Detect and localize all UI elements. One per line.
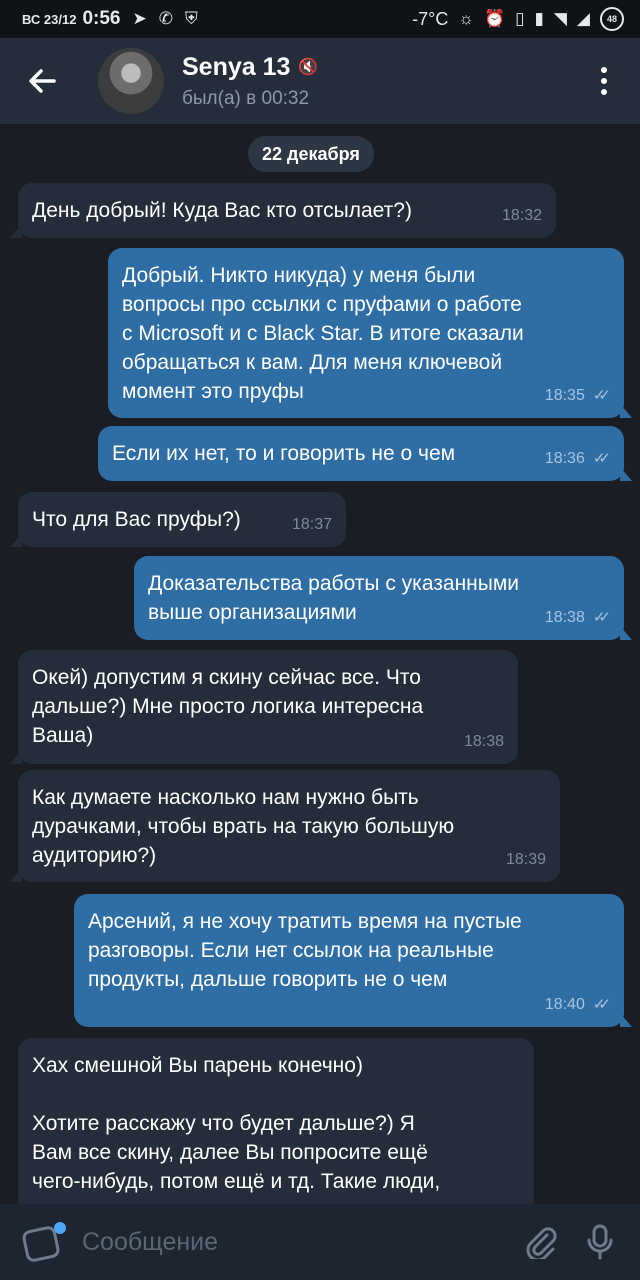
sun-icon: ☼ xyxy=(458,9,474,28)
message-text: Доказательства работы с указанными выше … xyxy=(148,572,520,624)
message-text: Как думаете насколько нам нужно быть дур… xyxy=(32,786,455,867)
message-text: Окей) допустим я скину сейчас все. Что д… xyxy=(32,666,424,747)
message-incoming[interactable]: Как думаете насколько нам нужно быть дур… xyxy=(18,770,560,882)
menu-dot-icon xyxy=(601,89,607,95)
whatsapp-icon: ✆ xyxy=(158,9,173,28)
message-outgoing[interactable]: Арсений, я не хочу тратить время на пуст… xyxy=(74,894,624,1027)
message-incoming[interactable]: Окей) допустим я скину сейчас все. Что д… xyxy=(18,650,518,764)
alarm-icon: ⏰ xyxy=(483,9,506,28)
vibrate-icon: ▮ xyxy=(534,9,544,28)
message-composer: Сообщение xyxy=(0,1204,640,1280)
message-outgoing[interactable]: Добрый. Никто никуда) у меня были вопрос… xyxy=(108,248,624,418)
message-time: 18:38 xyxy=(463,733,504,750)
telegram-icon: ➤ xyxy=(132,9,147,28)
status-time: 0:56 xyxy=(82,8,121,29)
chat-title[interactable]: Senya 13 🔇 был(а) в 00:32 xyxy=(182,53,318,110)
signal-icon: ◢ xyxy=(576,9,590,28)
avatar[interactable] xyxy=(98,48,164,114)
message-text: Что для Вас пруфы?) xyxy=(32,508,241,531)
back-button[interactable] xyxy=(0,38,84,124)
menu-dot-icon xyxy=(601,78,607,84)
double-check-icon: ✓✓ xyxy=(592,387,611,404)
double-check-icon: ✓✓ xyxy=(592,450,611,467)
phone-icon: ▯ xyxy=(515,9,525,28)
attach-button[interactable] xyxy=(510,1212,570,1272)
last-seen: был(а) в 00:32 xyxy=(182,87,310,109)
wifi-icon: ◥ xyxy=(553,9,567,28)
message-list[interactable]: 22 декабря День добрый! Куда Вас кто отс… xyxy=(0,124,640,1204)
date-chip: 22 декабря xyxy=(248,136,374,172)
menu-dot-icon xyxy=(601,67,607,73)
message-time: 18:40 xyxy=(544,996,585,1013)
battery-icon: 48 xyxy=(600,7,624,31)
status-date: ВС 23/12 xyxy=(22,11,77,27)
message-text: Хах смешной Вы парень конечно) Хотите ра… xyxy=(32,1054,441,1193)
mute-icon: 🔇 xyxy=(298,59,319,76)
message-incoming[interactable]: День добрый! Куда Вас кто отсылает?) 18:… xyxy=(18,183,556,238)
message-text: Добрый. Никто никуда) у меня были вопрос… xyxy=(122,264,524,403)
message-outgoing[interactable]: Доказательства работы с указанными выше … xyxy=(134,556,624,640)
message-text: Арсений, я не хочу тратить время на пуст… xyxy=(88,910,522,991)
message-text: Если их нет, то и говорить не о чем xyxy=(112,442,456,465)
message-time: 18:39 xyxy=(505,851,546,868)
message-outgoing[interactable]: Если их нет, то и говорить не о чем 18:3… xyxy=(98,426,624,481)
microphone-icon xyxy=(587,1224,613,1260)
message-time: 18:32 xyxy=(501,207,542,224)
status-bar: ВС 23/12 0:56 ➤ ✆ ⛨ -7°C ☼ ⏰ ▯ ▮ ◥ ◢ 48 xyxy=(0,0,640,38)
shield-icon: ⛨ xyxy=(184,9,198,28)
more-menu-button[interactable] xyxy=(568,38,640,124)
sticker-button[interactable] xyxy=(21,1222,66,1264)
message-time: 18:35 xyxy=(544,387,585,404)
message-incoming[interactable]: Что для Вас пруфы?) 18:37 xyxy=(18,492,346,547)
paperclip-icon xyxy=(526,1227,557,1259)
message-time: 18:36 xyxy=(544,450,585,467)
chat-name: Senya 13 xyxy=(182,52,291,81)
message-text: День добрый! Куда Вас кто отсылает?) xyxy=(32,199,412,222)
message-time: 18:38 xyxy=(544,609,585,626)
double-check-icon: ✓✓ xyxy=(592,609,611,626)
chat-header: Senya 13 🔇 был(а) в 00:32 xyxy=(0,38,640,124)
message-incoming[interactable]: Хах смешной Вы парень конечно) Хотите ра… xyxy=(18,1038,534,1204)
notification-dot xyxy=(54,1222,66,1234)
message-input[interactable]: Сообщение xyxy=(82,1212,510,1272)
double-check-icon: ✓✓ xyxy=(592,996,611,1013)
voice-button[interactable] xyxy=(570,1212,630,1272)
arrow-left-icon xyxy=(29,69,56,93)
message-time: 18:37 xyxy=(291,516,332,533)
status-temperature: -7°C xyxy=(412,8,449,29)
